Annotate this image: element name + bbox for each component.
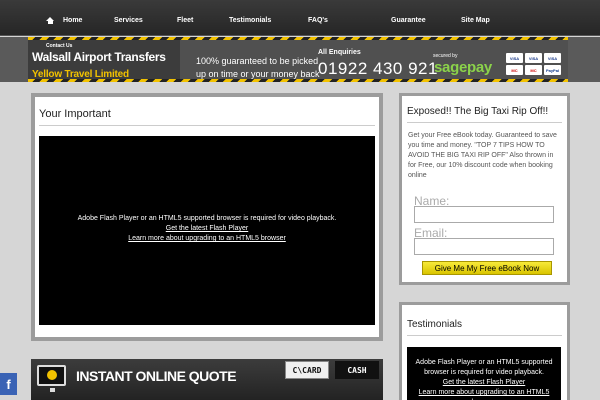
mastercard-icon: MC [506, 65, 523, 75]
testimonials-video-message: Adobe Flash Player or an HTML5 supported… [407, 358, 561, 400]
testimonials-get-flash-link[interactable]: Get the latest Flash Player [443, 379, 525, 386]
nav-fleet[interactable]: Fleet [177, 10, 229, 30]
nav-home[interactable]: Home [30, 10, 114, 30]
facebook-icon[interactable]: f [0, 373, 17, 395]
brand-title: Walsall Airport Transfers [32, 50, 166, 64]
testimonials-upgrade-html5-link[interactable]: Learn more about upgrading to an HTML5 b… [419, 389, 550, 400]
tab-cash[interactable]: CASH [335, 361, 379, 379]
ebook-signup-inner: Exposed!! The Big Taxi Rip Off!! Get you… [402, 96, 567, 282]
video-player[interactable]: Adobe Flash Player or an HTML5 supported… [39, 136, 375, 325]
monitor-taxi-icon [37, 365, 66, 392]
video-message-text: Adobe Flash Player or an HTML5 supported… [77, 215, 337, 222]
header-banner: Contact Us Walsall Airport Transfers Yel… [0, 37, 600, 82]
ebook-title-divider [407, 122, 562, 123]
payment-cards: VISA VISA VISA MC MC PayPal [506, 53, 564, 75]
contact-us-tab[interactable]: Contact Us [46, 43, 72, 49]
nav-testimonials[interactable]: Testimonials [229, 10, 308, 30]
testimonials-inner: Testimonials Adobe Flash Player or an HT… [402, 305, 567, 400]
free-ebook-button[interactable]: Give Me My Free eBook Now [422, 261, 552, 275]
name-input[interactable] [414, 206, 554, 223]
hazard-stripe-bottom [28, 79, 568, 82]
ebook-description: Get your Free eBook today. Guaranteed to… [408, 132, 557, 179]
maestro-card-icon: MC [525, 65, 542, 75]
nav-faqs[interactable]: FAQ's [308, 10, 391, 30]
visa-debit-card-icon: VISA [525, 53, 542, 63]
testimonials-video-message-text: Adobe Flash Player or an HTML5 supported… [415, 359, 553, 376]
nav-services[interactable]: Services [114, 10, 177, 30]
testimonials-video-player[interactable]: Adobe Flash Player or an HTML5 supported… [407, 347, 561, 400]
main-video-panel: Your Important Adobe Flash Player or an … [31, 93, 383, 341]
title-divider [39, 125, 375, 126]
main-nav: Home Services Fleet Testimonials FAQ's G… [0, 0, 600, 36]
visa-electron-card-icon: VISA [544, 53, 561, 63]
testimonials-box: Testimonials Adobe Flash Player or an HT… [399, 302, 570, 400]
banner-main: Contact Us Walsall Airport Transfers Yel… [28, 40, 568, 81]
panel-title: Your Important [39, 108, 111, 120]
nav-guarantee[interactable]: Guarantee [391, 10, 461, 30]
tab-credit-card[interactable]: C\CARD [285, 361, 329, 379]
email-input[interactable] [414, 238, 554, 255]
guarantee-slogan: 100% guaranteed to be picked up on time … [196, 55, 320, 81]
instant-quote-bar: INSTANT ONLINE QUOTE C\CARD CASH [31, 359, 383, 400]
instant-quote-title: INSTANT ONLINE QUOTE [76, 368, 237, 384]
ebook-title: Exposed!! The Big Taxi Rip Off!! [407, 106, 549, 117]
phone-number[interactable]: 01922 430 921 [318, 59, 438, 79]
enquiries-label: All Enquiries [318, 49, 361, 56]
sagepay-logo: sagepay [434, 59, 492, 76]
nav-site-map[interactable]: Site Map [461, 10, 521, 30]
paypal-icon: PayPal [544, 65, 561, 75]
home-icon [46, 16, 54, 24]
testimonials-title: Testimonials [407, 319, 463, 330]
nav-items: Home Services Fleet Testimonials FAQ's G… [30, 10, 521, 30]
visa-card-icon: VISA [506, 53, 523, 63]
testimonials-divider [407, 335, 562, 336]
ebook-signup-box: Exposed!! The Big Taxi Rip Off!! Get you… [399, 93, 570, 285]
upgrade-html5-link[interactable]: Learn more about upgrading to an HTML5 b… [128, 235, 286, 242]
get-flash-link[interactable]: Get the latest Flash Player [166, 225, 248, 232]
page: Home Services Fleet Testimonials FAQ's G… [0, 0, 600, 400]
guarantee-line-1: 100% guaranteed to be picked [196, 56, 319, 66]
video-message: Adobe Flash Player or an HTML5 supported… [39, 214, 375, 244]
main-video-panel-inner: Your Important Adobe Flash Player or an … [35, 97, 379, 337]
nav-home-label: Home [63, 16, 83, 24]
brand-logo[interactable]: Contact Us Walsall Airport Transfers Yel… [28, 40, 180, 80]
